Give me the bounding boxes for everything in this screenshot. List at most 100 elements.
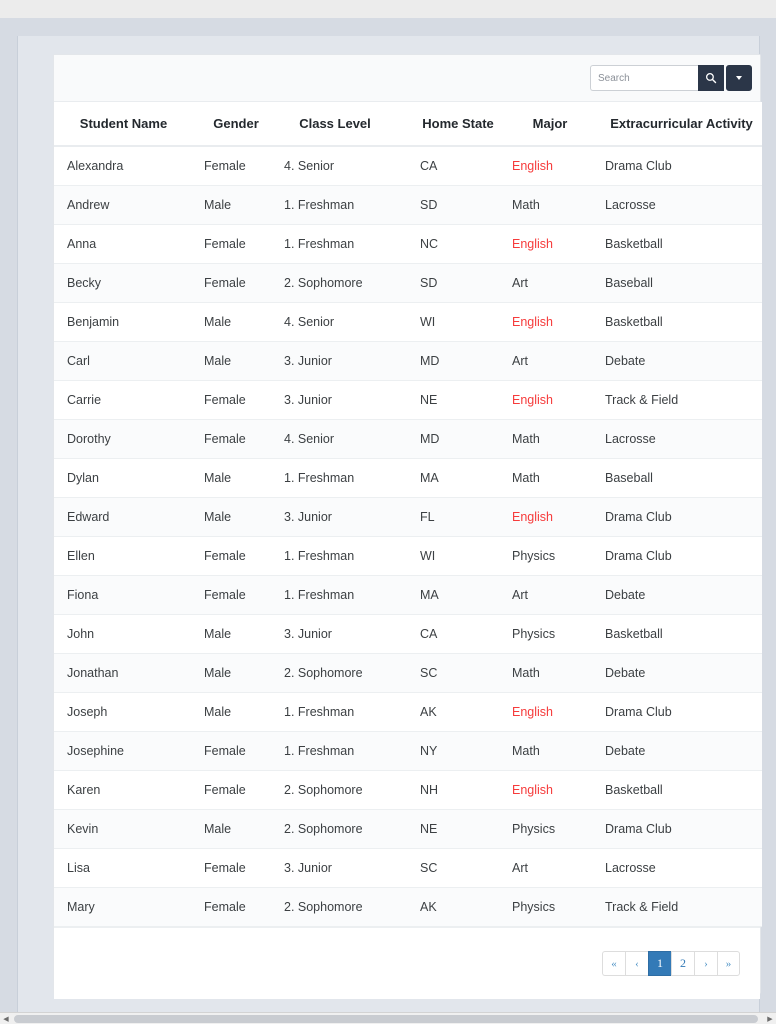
cell-gender: Male: [184, 497, 272, 537]
cell-major: Physics: [500, 614, 592, 654]
cell-class-level: 2. Sophomore: [272, 887, 390, 927]
pagination-last[interactable]: »: [717, 951, 740, 976]
cell-class-level: 3. Junior: [272, 848, 390, 888]
cell-extracurricular: Track & Field: [592, 380, 762, 420]
cell-student-name: John: [54, 614, 184, 654]
table-row[interactable]: Carl Male 3. Junior MD Art Debate: [54, 341, 762, 381]
browser-top-strip: [0, 0, 776, 18]
pagination-prev[interactable]: ‹: [625, 951, 648, 976]
column-header-gender[interactable]: Gender: [184, 102, 272, 147]
table-row[interactable]: Joseph Male 1. Freshman AK English Drama Club: [54, 692, 762, 732]
cell-home-state: SD: [390, 185, 500, 225]
table-row[interactable]: Benjamin Male 4. Senior WI English Basketball: [54, 302, 762, 342]
table-row[interactable]: Fiona Female 1. Freshman MA Art Debate: [54, 575, 762, 615]
cell-extracurricular: Basketball: [592, 614, 762, 654]
cell-extracurricular: Baseball: [592, 263, 762, 303]
cell-home-state: MA: [390, 575, 500, 615]
cell-extracurricular: Track & Field: [592, 887, 762, 927]
cell-major: Art: [500, 263, 592, 303]
cell-extracurricular: Drama Club: [592, 497, 762, 537]
table-row[interactable]: Kevin Male 2. Sophomore NE Physics Drama Club: [54, 809, 762, 849]
column-header-major[interactable]: Major: [500, 102, 592, 147]
table-row[interactable]: Lisa Female 3. Junior SC Art Lacrosse: [54, 848, 762, 888]
cell-class-level: 3. Junior: [272, 341, 390, 381]
cell-gender: Female: [184, 263, 272, 303]
cell-student-name: Benjamin: [54, 302, 184, 342]
table-row[interactable]: Ellen Female 1. Freshman WI Physics Drama Clu…: [54, 536, 762, 576]
table-row[interactable]: Andrew Male 1. Freshman SD Math Lacrosse: [54, 185, 762, 225]
cell-home-state: WI: [390, 536, 500, 576]
cell-class-level: 3. Junior: [272, 380, 390, 420]
students-table: Student Name Gender Class Level Home Sta…: [54, 102, 762, 927]
table-row[interactable]: Mary Female 2. Sophomore AK Physics Track & F…: [54, 887, 762, 927]
scroll-right-arrow[interactable]: ▶: [764, 1013, 776, 1024]
search-options-button[interactable]: [726, 65, 752, 91]
pagination-page-2[interactable]: 2: [671, 951, 694, 976]
cell-extracurricular: Lacrosse: [592, 185, 762, 225]
pagination-page-1[interactable]: 1: [648, 951, 671, 976]
cell-home-state: NH: [390, 770, 500, 810]
cell-student-name: Andrew: [54, 185, 184, 225]
scroll-left-arrow[interactable]: ◀: [0, 1013, 12, 1024]
page-root: Student Name Gender Class Level Home Sta…: [0, 0, 776, 1024]
cell-extracurricular: Drama Club: [592, 692, 762, 732]
table-row[interactable]: Carrie Female 3. Junior NE English Track & Fi…: [54, 380, 762, 420]
cell-student-name: Kevin: [54, 809, 184, 849]
cell-student-name: Anna: [54, 224, 184, 264]
cell-gender: Female: [184, 575, 272, 615]
cell-home-state: FL: [390, 497, 500, 537]
cell-student-name: Joseph: [54, 692, 184, 732]
cell-gender: Male: [184, 653, 272, 693]
cell-class-level: 1. Freshman: [272, 692, 390, 732]
page-panel: Student Name Gender Class Level Home Sta…: [17, 36, 762, 1024]
cell-student-name: Alexandra: [54, 146, 184, 186]
table-row[interactable]: Dylan Male 1. Freshman MA Math Baseball: [54, 458, 762, 498]
table-row[interactable]: Alexandra Female 4. Senior CA English Drama C…: [54, 146, 762, 186]
pagination-first[interactable]: «: [602, 951, 625, 976]
cell-major: English: [500, 770, 592, 810]
table-row[interactable]: Karen Female 2. Sophomore NH English Basketba…: [54, 770, 762, 810]
cell-class-level: 4. Senior: [272, 146, 390, 186]
cell-major: English: [500, 146, 592, 186]
scrollbar-thumb[interactable]: [14, 1015, 758, 1023]
table-footer: «‹ 1 2 ›»: [54, 927, 760, 999]
cell-student-name: Mary: [54, 887, 184, 927]
cell-extracurricular: Drama Club: [592, 536, 762, 576]
cell-student-name: Karen: [54, 770, 184, 810]
pagination-next[interactable]: ›: [694, 951, 717, 976]
cell-student-name: Carl: [54, 341, 184, 381]
cell-student-name: Becky: [54, 263, 184, 303]
table-header-row: Student Name Gender Class Level Home Sta…: [54, 102, 762, 147]
cell-home-state: SC: [390, 653, 500, 693]
search-input[interactable]: [590, 65, 698, 91]
column-header-class-level[interactable]: Class Level: [272, 102, 390, 147]
search-group: [590, 65, 752, 91]
cell-student-name: Josephine: [54, 731, 184, 771]
cell-gender: Female: [184, 419, 272, 459]
search-button[interactable]: [698, 65, 724, 91]
table-row[interactable]: Josephine Female 1. Freshman NY Math Debate: [54, 731, 762, 771]
table-row[interactable]: Becky Female 2. Sophomore SD Art Baseball: [54, 263, 762, 303]
table-row[interactable]: Dorothy Female 4. Senior MD Math Lacrosse: [54, 419, 762, 459]
cell-gender: Female: [184, 770, 272, 810]
table-row[interactable]: Edward Male 3. Junior FL English Drama Club: [54, 497, 762, 537]
table-row[interactable]: Anna Female 1. Freshman NC English Basketball: [54, 224, 762, 264]
cell-extracurricular: Drama Club: [592, 809, 762, 849]
column-header-extracurricular[interactable]: Extracurricular Activity: [592, 102, 762, 147]
cell-home-state: AK: [390, 692, 500, 732]
cell-gender: Female: [184, 224, 272, 264]
table-row[interactable]: Jonathan Male 2. Sophomore SC Math Debate: [54, 653, 762, 693]
table-row[interactable]: John Male 3. Junior CA Physics Basketball: [54, 614, 762, 654]
horizontal-scrollbar[interactable]: ◀ ▶: [0, 1012, 776, 1024]
cell-class-level: 4. Senior: [272, 302, 390, 342]
cell-major: Physics: [500, 809, 592, 849]
cell-gender: Male: [184, 458, 272, 498]
cell-extracurricular: Debate: [592, 341, 762, 381]
cell-class-level: 2. Sophomore: [272, 770, 390, 810]
cell-gender: Female: [184, 146, 272, 186]
cell-class-level: 1. Freshman: [272, 575, 390, 615]
column-header-student-name[interactable]: Student Name: [54, 102, 184, 147]
cell-class-level: 1. Freshman: [272, 536, 390, 576]
column-header-home-state[interactable]: Home State: [390, 102, 500, 147]
cell-major: Art: [500, 341, 592, 381]
